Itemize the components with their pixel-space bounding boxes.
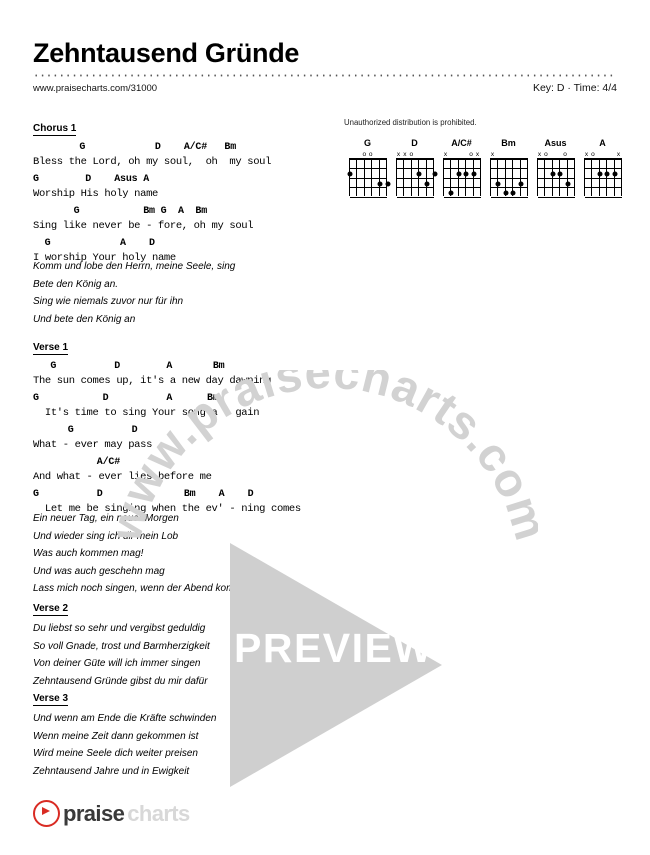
chord-fretboard (583, 158, 623, 198)
logo-praise-text: praise (63, 800, 125, 826)
play-circle-icon (33, 800, 60, 827)
chord-line: G D Bm A D (33, 489, 254, 500)
chord-finger-dot (557, 171, 563, 177)
translation-line: Lass mich noch singen, wenn der Abend ko… (33, 583, 246, 594)
translation-line: Und wenn am Ende die Kräfte schwinden (33, 713, 217, 724)
lyric-line: The sun comes up, it's a new day dawning (33, 375, 272, 387)
lyric-line: And what - ever lies before me (33, 471, 212, 483)
translation-line: Wird meine Seele dich weiter preisen (33, 748, 198, 759)
header-divider (33, 74, 617, 77)
chord-finger-dot (518, 181, 524, 187)
chord-fretboard (395, 158, 437, 198)
translation-line: Du liebst so sehr und vergibst geduldig (33, 623, 206, 634)
sheet-music-page: Zehntausend Gründe www.praisecharts.com/… (0, 0, 650, 850)
chord-diagram-name: G (363, 138, 371, 148)
lyric-line: It's time to sing Your song a - gain (33, 407, 260, 419)
chord-diagram-name: Asus (544, 138, 567, 148)
translation-line: So voll Gnade, trost und Barmherzigkeit (33, 640, 210, 652)
translation-line: Sing wie niemals zuvor nur für ihn (33, 296, 184, 307)
chord-finger-dot (565, 181, 571, 187)
chord-finger-dot (416, 171, 422, 177)
translation-line: Und was auch geschehn mag (33, 565, 165, 577)
chord-finger-dot (424, 181, 430, 187)
chord-finger-dot (550, 171, 556, 177)
translation-line: Von deiner Güte will ich immer singen (33, 658, 201, 669)
chord-fretboard (347, 158, 390, 198)
translation-line: Bete den König an. (33, 278, 119, 290)
chord-finger-dot (448, 190, 454, 196)
section-chorus-1: Chorus 1 G D A/C# Bm Bless the Lord, oh m… (33, 118, 333, 269)
chord-diagram-ac: A/C# x o x (438, 138, 485, 198)
logo-charts-text: charts (127, 800, 190, 826)
chord-finger-dot (471, 171, 477, 177)
translation-line: Zehntausend Jahre und in Ewigkeit (33, 765, 190, 777)
lyric-line: Bless the Lord, oh my soul, oh my soul (33, 156, 272, 168)
chord-diagram-name: D (411, 138, 418, 148)
chord-fretboard (442, 158, 482, 198)
translation-line: Was auch kommen mag! (33, 548, 144, 559)
translation-line: Und bete den König an (33, 313, 136, 325)
chord-finger-dot (385, 181, 390, 187)
chord-line: G A D (33, 238, 155, 249)
chord-finger-dot (597, 171, 603, 177)
translation-verse-1: Ein neuer Tag, ein neuer Morgen Und wiede… (33, 510, 333, 598)
translation-line: Komm und lobe den Herrn, meine Seele, si… (33, 261, 236, 272)
chord-line: G D A Bm (33, 361, 225, 372)
chord-diagram-bm: Bm x (485, 138, 532, 198)
chord-finger-dot (432, 171, 437, 177)
section-verse-1: Verse 1 G D A Bm The sun comes up, it's a… (33, 337, 333, 520)
chord-finger-dot (510, 190, 516, 196)
chord-open-markers: x (490, 150, 495, 158)
translation-heading: Verse 3 (33, 693, 69, 706)
translation-chorus: Komm und lobe den Herrn, meine Seele, si… (33, 258, 333, 328)
chord-line: G Bm G A Bm (33, 206, 208, 217)
chord-diagram-d: Dxxo (391, 138, 438, 198)
section-heading: Verse 1 (33, 342, 69, 355)
translation-line: Ein neuer Tag, ein neuer Morgen (33, 513, 179, 524)
chord-finger-dot (503, 190, 509, 196)
lyric-line: Worship His holy name (33, 188, 158, 200)
chord-fretboard (489, 158, 529, 198)
chord-line: G D A/C# Bm (33, 142, 237, 153)
chord-diagram-asus: Asus x o o (532, 138, 579, 198)
chord-diagram-g: Goo (344, 138, 391, 198)
chord-diagram-a: Axox (579, 138, 626, 198)
key-time-label: Key: D · Time: 4/4 (532, 82, 617, 94)
source-url: www.praisecharts.com/31000 (33, 83, 158, 94)
translation-verse-3: Verse 3 Und wenn am Ende die Kräfte schwi… (33, 688, 333, 780)
distribution-notice: Unauthorized distribution is prohibited. (344, 118, 477, 127)
chord-open-markers: xxo (396, 150, 414, 158)
chord-diagram-name: A (599, 138, 606, 148)
translation-verse-2: Verse 2 Du liebst so sehr und vergibst ge… (33, 598, 333, 690)
chord-line: A/C# (33, 457, 121, 468)
praisecharts-logo: praise charts (33, 800, 190, 827)
chord-open-markers: xoo (537, 150, 567, 158)
chord-open-markers: oo (362, 150, 373, 158)
chord-finger-dot (456, 171, 462, 177)
lyric-line: Sing like never be - fore, oh my soul (33, 220, 254, 232)
chord-open-markers: xox (584, 150, 621, 158)
chord-finger-dot (495, 181, 501, 187)
chord-finger-dot (347, 171, 352, 177)
chord-finger-dot (612, 171, 618, 177)
page-title: Zehntausend Gründe (33, 38, 300, 68)
translation-line: Und wieder sing ich dir mein Lob (33, 530, 179, 542)
translation-line: Wenn meine Zeit dann gekommen ist (33, 730, 199, 742)
chord-diagram-strip: Go o Dx x o A/C# x o x Bm x Asus x o o Ax o x (344, 138, 626, 198)
translation-heading: Verse 2 (33, 603, 69, 616)
chord-open-markers: xox (443, 150, 480, 158)
chord-finger-dot (604, 171, 610, 177)
chord-diagram-name: A/C# (451, 138, 472, 148)
chord-line: G D A Bm (33, 393, 219, 404)
chord-finger-dot (463, 171, 469, 177)
chord-finger-dot (377, 181, 383, 187)
chord-line: G D (33, 425, 138, 436)
section-heading: Chorus 1 (33, 123, 77, 136)
chord-diagram-name: Bm (501, 138, 516, 148)
chord-fretboard (536, 158, 576, 198)
lyric-line: What - ever may pass (33, 439, 153, 451)
chord-line: G D Asus A (33, 174, 150, 185)
